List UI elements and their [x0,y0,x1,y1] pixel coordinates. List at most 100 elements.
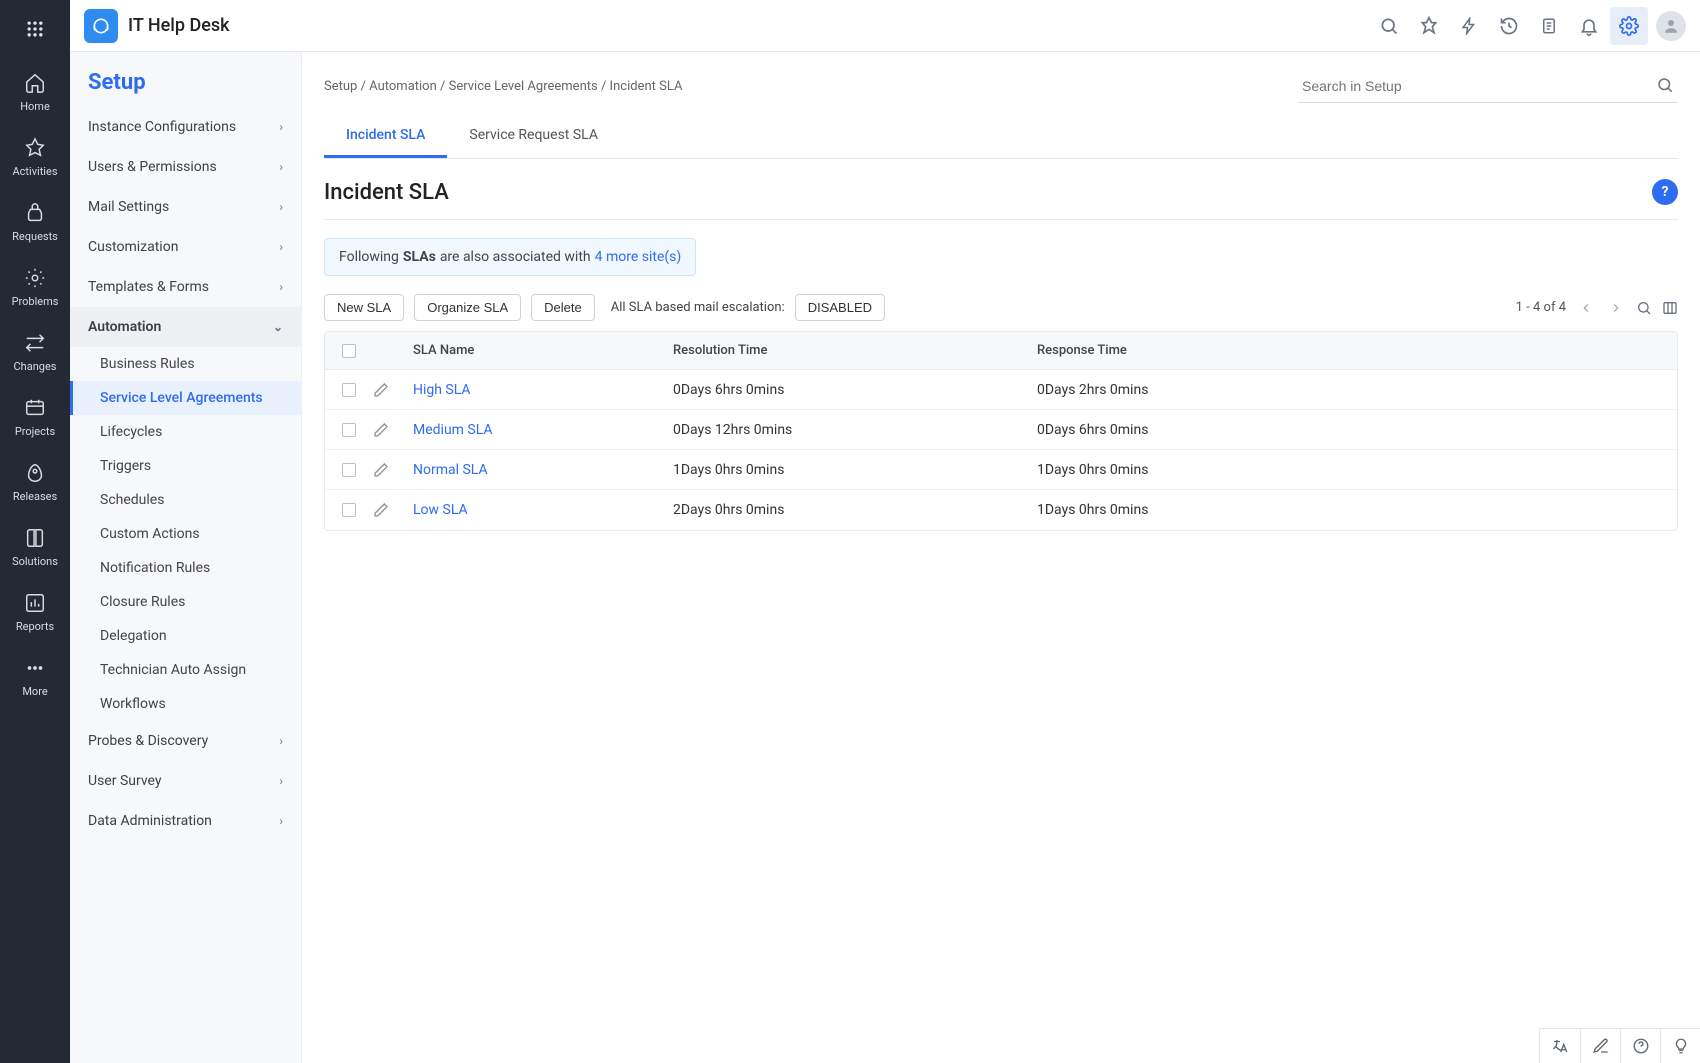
sidebar-item-technician-auto-assign[interactable]: Technician Auto Assign [70,653,301,687]
sidebar-section-customization[interactable]: Customization› [70,227,301,267]
sidebar-section-data-administration[interactable]: Data Administration› [70,801,301,841]
edit-icon[interactable] [373,422,413,438]
sla-name-link[interactable]: High SLA [413,382,471,398]
tab-service-request-sla[interactable]: Service Request SLA [447,113,620,158]
sidebar-item-triggers[interactable]: Triggers [70,449,301,483]
rail-label: Projects [15,425,55,438]
chevron-right-icon: › [279,814,283,828]
sidebar-item-schedules[interactable]: Schedules [70,483,301,517]
gear-icon[interactable] [1610,7,1648,45]
brand-title: IT Help Desk [128,15,230,36]
setup-sidebar: Setup Instance Configurations› Users & P… [70,52,302,1063]
sidebar-section-templates-forms[interactable]: Templates & Forms› [70,267,301,307]
rail-projects[interactable]: Projects [0,385,70,450]
sidebar-item-custom-actions[interactable]: Custom Actions [70,517,301,551]
delete-button[interactable]: Delete [531,294,595,321]
edit-icon[interactable] [373,462,413,478]
pin-icon[interactable] [1410,7,1448,45]
breadcrumb-automation[interactable]: Automation [369,79,437,94]
help-icon[interactable] [1620,1029,1660,1063]
rail-solutions[interactable]: Solutions [0,515,70,580]
escalation-toggle[interactable]: DISABLED [795,294,885,321]
new-sla-button[interactable]: New SLA [324,294,404,321]
sidebar-section-mail-settings[interactable]: Mail Settings› [70,187,301,227]
chevron-right-icon: › [279,734,283,748]
notes-icon[interactable] [1530,7,1568,45]
sla-table: SLA Name Resolution Time Response Time H… [324,331,1678,531]
row-checkbox[interactable] [342,423,356,437]
table-columns-icon[interactable] [1662,300,1678,316]
rail-problems[interactable]: Problems [0,255,70,320]
sidebar-section-users-permissions[interactable]: Users & Permissions› [70,147,301,187]
topbar: IT Help Desk [70,0,1700,52]
sidebar-item-workflows[interactable]: Workflows [70,687,301,721]
breadcrumb-sla[interactable]: Service Level Agreements [449,79,598,94]
left-rail: Home Activities Requests Problems Change… [0,0,70,1063]
rail-more[interactable]: More [0,645,70,710]
pager-prev-icon[interactable] [1576,298,1596,318]
rail-changes[interactable]: Changes [0,320,70,385]
avatar[interactable] [1656,11,1686,41]
rail-releases[interactable]: Releases [0,450,70,515]
rail-label: Home [20,100,50,113]
tabs: Incident SLA Service Request SLA [324,113,1678,159]
escalation-label: All SLA based mail escalation: [611,300,785,315]
breadcrumb-setup[interactable]: Setup [324,79,357,94]
edit-icon[interactable] [373,382,413,398]
sidebar-item-service-level-agreements[interactable]: Service Level Agreements [70,381,301,415]
setup-search-input[interactable] [1298,70,1678,103]
search-icon[interactable] [1656,76,1674,94]
automation-subitems: Business Rules Service Level Agreements … [70,347,301,721]
lightbulb-icon[interactable] [1660,1029,1700,1063]
sidebar-item-closure-rules[interactable]: Closure Rules [70,585,301,619]
chevron-down-icon: ⌄ [273,320,283,334]
response-value: 1Days 0hrs 0mins [1037,462,1677,478]
history-icon[interactable] [1490,7,1528,45]
search-icon[interactable] [1370,7,1408,45]
sidebar-section-probes-discovery[interactable]: Probes & Discovery› [70,721,301,761]
rail-activities[interactable]: Activities [0,125,70,190]
edit-icon[interactable] [373,502,413,518]
main-content: Setup / Automation / Service Level Agree… [302,52,1700,1063]
sla-name-link[interactable]: Normal SLA [413,462,488,478]
row-checkbox[interactable] [342,503,356,517]
tab-incident-sla[interactable]: Incident SLA [324,113,447,158]
sidebar-item-business-rules[interactable]: Business Rules [70,347,301,381]
pager-next-icon[interactable] [1606,298,1626,318]
more-sites-link[interactable]: 4 more site(s) [595,249,682,265]
apps-grid-icon[interactable] [18,12,52,46]
rail-home[interactable]: Home [0,60,70,125]
response-value: 1Days 0hrs 0mins [1037,502,1677,518]
chevron-right-icon: › [279,280,283,294]
sla-name-link[interactable]: Low SLA [413,502,468,518]
resolution-value: 0Days 12hrs 0mins [673,422,1037,438]
sidebar-section-user-survey[interactable]: User Survey› [70,761,301,801]
response-value: 0Days 6hrs 0mins [1037,422,1677,438]
sla-name-link[interactable]: Medium SLA [413,422,493,438]
compose-icon[interactable] [1580,1029,1620,1063]
brand-logo-icon [84,9,118,43]
col-sla-name[interactable]: SLA Name [413,343,673,358]
info-banner: Following SLAs are also associated with … [324,238,696,276]
sidebar-section-instance-configurations[interactable]: Instance Configurations› [70,107,301,147]
col-resolution-time[interactable]: Resolution Time [673,343,1037,358]
sidebar-section-automation[interactable]: Automation⌄ [70,307,301,347]
bell-icon[interactable] [1570,7,1608,45]
select-all-checkbox[interactable] [342,344,356,358]
bolt-icon[interactable] [1450,7,1488,45]
rail-reports[interactable]: Reports [0,580,70,645]
table-row: Normal SLA 1Days 0hrs 0mins 1Days 0hrs 0… [325,450,1677,490]
col-response-time[interactable]: Response Time [1037,343,1677,358]
sidebar-item-delegation[interactable]: Delegation [70,619,301,653]
chevron-right-icon: › [279,200,283,214]
rail-requests[interactable]: Requests [0,190,70,255]
row-checkbox[interactable] [342,383,356,397]
row-checkbox[interactable] [342,463,356,477]
table-search-icon[interactable] [1636,300,1652,316]
sidebar-item-lifecycles[interactable]: Lifecycles [70,415,301,449]
organize-sla-button[interactable]: Organize SLA [414,294,521,321]
sidebar-item-notification-rules[interactable]: Notification Rules [70,551,301,585]
help-button[interactable]: ? [1652,179,1678,205]
chevron-right-icon: › [279,774,283,788]
language-icon[interactable] [1540,1029,1580,1063]
